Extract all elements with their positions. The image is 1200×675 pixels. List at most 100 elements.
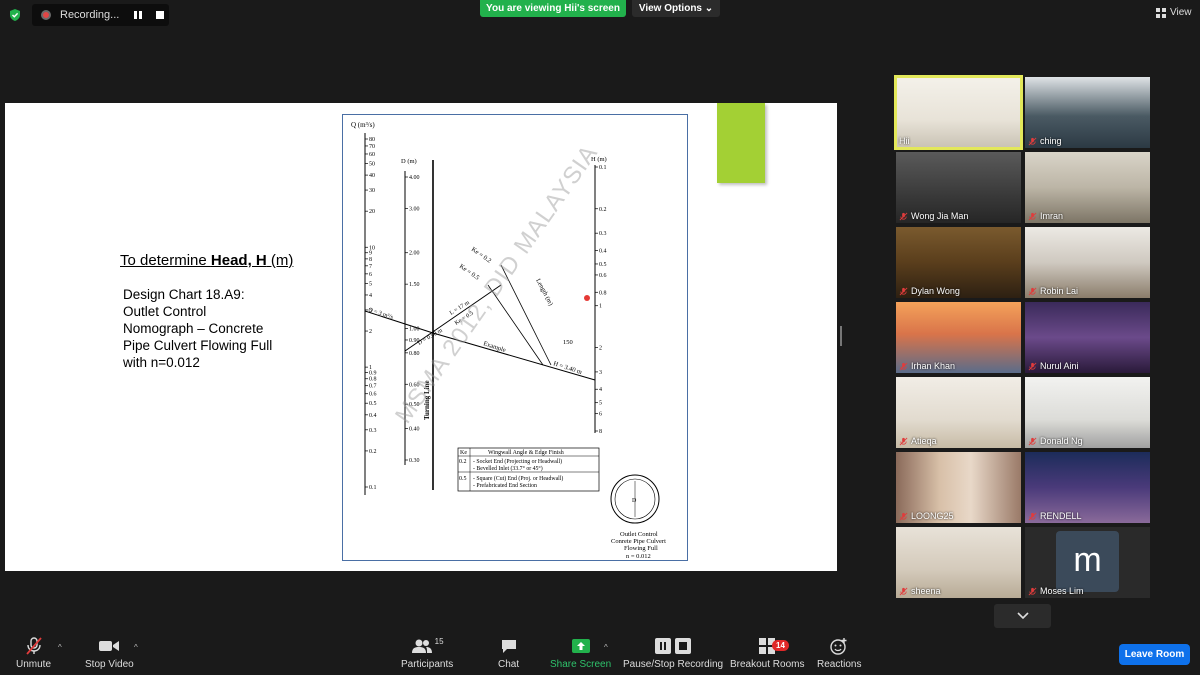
axis-tick-label: 70 [369,144,375,150]
stop-video-button[interactable]: Stop Video [85,636,134,670]
gallery-next-page-button[interactable] [994,604,1051,628]
ke-05-label: Ke = 0.5 [458,263,481,282]
microphone-muted-icon [899,362,908,370]
participant-tile[interactable]: RENDELL [1025,452,1150,523]
participants-button[interactable]: 15 Participants [401,636,454,671]
pause-stop-recording-button[interactable]: Pause/Stop Recording [623,636,723,670]
participant-tile[interactable]: m Moses Lim [1025,527,1150,598]
video-options-caret-icon[interactable]: ^ [134,643,138,652]
decorative-green-block [717,103,765,183]
video-camera-icon [99,641,120,651]
axis-tick-label: 0.1 [369,485,377,491]
participant-name-label: Robin Lai [1040,286,1079,296]
slide-description: Design Chart 18.A9: Outlet Control Nomog… [123,286,323,371]
audio-options-caret-icon[interactable]: ^ [58,643,62,652]
microphone-muted-icon [1028,362,1037,370]
reactions-button[interactable]: Reactions [817,636,861,670]
pause-icon [655,638,672,654]
axis-tick-label: 3.00 [409,206,420,212]
table-header-ke: Ke [460,450,467,456]
axis-tick-label: 5 [599,401,602,407]
axis-tick-label: 0.2 [369,449,377,455]
desc-line: Nomograph – Concrete [123,321,264,336]
participant-tile[interactable]: ching [1025,77,1150,148]
participant-tile[interactable]: LOONG25 [896,452,1021,523]
participant-name-label: Wong Jia Man [911,211,969,221]
axis-tick-label: 4 [599,387,602,393]
recording-dot-icon [41,10,51,20]
view-button[interactable]: View [1156,7,1192,18]
participant-name-label: ching [1040,136,1062,146]
axis-tick-label: 0.80 [409,351,420,357]
axis-tick-label: 0.2 [599,207,607,213]
pipe-caption-line: n = 0.012 [626,553,651,560]
axis-tick-label: 0.8 [369,377,377,383]
participants-label: Participants [401,659,454,670]
participant-tile[interactable]: Hii [894,75,1023,150]
microphone-muted-icon [899,287,908,295]
participant-name-label: Dylan Wong [911,286,960,296]
slide-title-suffix: (m) [266,252,294,269]
breakout-rooms-button[interactable]: Breakout Rooms [730,636,804,670]
axis-tick-label: 4 [369,293,372,299]
recording-indicator: Recording... [32,4,169,26]
microphone-muted-icon [899,512,908,520]
length-tick-label: 150 [563,339,573,346]
participant-tile[interactable]: sheena [896,527,1021,598]
axis-tick-label: 0.5 [599,262,607,268]
axis-tick-label: 6 [369,272,372,278]
participant-tile[interactable]: Irhan Khan [896,302,1021,373]
axis-tick-label: 7 [369,264,372,270]
pipe-caption-line: Flowing Full [624,545,658,552]
microphone-muted-icon [1028,287,1037,295]
example-h-label: H = 3.40 m [552,360,582,376]
axis-tick-label: 0.5 [369,401,377,407]
participant-tile[interactable]: Robin Lai [1025,227,1150,298]
axis-tick-label: 0.6 [599,273,607,279]
view-options-button[interactable]: View Options ⌄ [632,0,720,17]
pause-recording-icon[interactable] [134,11,142,19]
chat-button[interactable]: Chat [498,636,519,670]
unmute-button[interactable]: Unmute [16,636,51,670]
stop-recording-icon[interactable] [156,11,164,19]
participant-tile[interactable]: Atieqa [896,377,1021,448]
table-row-line: - Square (Cut) End (Proj. or Headwall) [473,475,563,482]
table-row-ke: 0.2 [459,459,467,465]
axis-tick-label: 3 [599,370,602,376]
axis-tick-label: 20 [369,209,375,215]
axis-tick-label: 50 [369,161,375,167]
axis-tick-label: 0.6 [369,392,377,398]
leave-room-button[interactable]: Leave Room [1119,644,1190,665]
table-row-line: - Socket End (Projecting or Headwall) [473,458,562,465]
pipe-caption-line: Outlet Control [620,531,658,538]
chat-label: Chat [498,659,520,670]
recording-control-label: Pause/Stop Recording [623,659,724,670]
axis-tick-label: 30 [369,188,375,194]
axis-tick-label: 2 [369,329,372,335]
participant-tile[interactable]: Dylan Wong [896,227,1021,298]
table-row-ke: 0.5 [459,476,467,482]
share-options-caret-icon[interactable]: ^ [604,643,608,652]
split-view-handle[interactable] [840,326,842,346]
participants-icon [411,639,432,653]
share-screen-button[interactable]: Share Screen [550,636,611,670]
security-shield-icon[interactable] [8,8,22,22]
participant-tile[interactable]: Nurul Aini [1025,302,1150,373]
reactions-label: Reactions [817,659,862,670]
participant-tile[interactable]: Wong Jia Man [896,152,1021,223]
participant-name: Imran [1028,211,1063,221]
participant-tile[interactable]: Donald Ng [1025,377,1150,448]
participant-name: LOONG25 [899,511,954,521]
q-axis-label: Q (m³/s) [351,121,375,129]
desc-line: Pipe Culvert Flowing Full [123,338,273,353]
view-options-label: View Options [638,3,702,14]
axis-tick-label: 4.00 [409,175,420,181]
microphone-muted-icon [1028,137,1037,145]
participant-tile[interactable]: Imran [1025,152,1150,223]
axis-tick-label: 0.7 [369,384,377,390]
microphone-muted-icon [1028,437,1037,445]
microphone-muted-icon [899,437,908,445]
grid-view-icon [1156,7,1166,18]
ke-02-label: Ke = 0.2 [470,246,493,265]
participant-name: Dylan Wong [899,286,960,296]
